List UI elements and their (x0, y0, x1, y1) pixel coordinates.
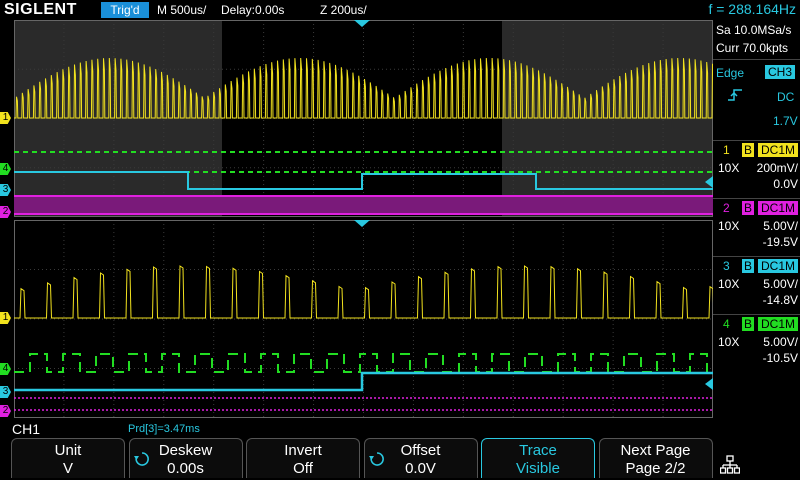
channel-info-ch4[interactable]: 4 B DC1M 10X 5.00V/ -10.5V (713, 314, 800, 370)
ch1-offset-marker[interactable]: 1 (0, 112, 11, 124)
brand-logo: SIGLENT (4, 1, 77, 18)
softkey-value: V (62, 460, 73, 477)
vertical-scale: 5.00V/ (763, 277, 798, 291)
channel-info-ch2[interactable]: 2 B DC1M 10X 5.00V/ -19.5V (713, 198, 800, 254)
bandwidth-limit-badge: B (742, 317, 755, 331)
divider (713, 256, 800, 257)
divider (713, 140, 800, 141)
memory-depth: Curr 70.0kpts (716, 41, 789, 55)
softkey-label: Unit (54, 442, 82, 459)
softkey-label: Offset (400, 442, 441, 459)
ch3-zoom-waveform (14, 371, 713, 392)
sample-rate: Sa 10.0MSa/s (716, 23, 792, 37)
probe-attenuation: 10X (718, 161, 740, 175)
softkey-invert[interactable]: Invert Off (246, 438, 360, 478)
frequency-counter: f = 288.164Hz (708, 1, 796, 17)
trigger-coupling: DC (777, 90, 795, 104)
ch1-offset-marker[interactable]: 1 (0, 312, 11, 324)
coupling-badge: DC1M (758, 143, 799, 157)
probe-attenuation: 10X (718, 219, 740, 233)
coupling-badge: DC1M (758, 259, 799, 273)
zoom-border (14, 220, 713, 418)
softkey-label: Deskew (158, 442, 213, 459)
softkey-unit[interactable]: Unit V (11, 438, 125, 478)
softkey-bar: Unit V Deskew 0.00s Invert Off Offset 0.0V Trace… (0, 438, 800, 480)
active-channel-label: CH1 (12, 421, 41, 437)
ch2-main-band (14, 196, 713, 214)
vertical-offset: -14.8V (762, 293, 798, 307)
ch3-offset-marker[interactable]: 3 (0, 184, 11, 196)
top-status-bar: SIGLENT Trig'd M 500us/ Delay:0.00s Z 20… (0, 0, 800, 20)
coupling-badge: DC1M (758, 317, 799, 331)
bandwidth-limit-badge: B (742, 201, 755, 215)
waveform-display[interactable] (14, 20, 713, 418)
softkey-value: Visible (516, 460, 560, 477)
softkey-value: Page 2/2 (625, 460, 686, 477)
trigger-type: Edge (716, 66, 745, 80)
ch2-offset-marker[interactable]: 2 (0, 405, 11, 417)
bandwidth-limit-badge: B (742, 259, 755, 273)
trigger-position-marker (354, 20, 370, 27)
channel-info-ch1[interactable]: 1 B DC1M 10X 200mV/0.0V (713, 140, 800, 196)
zoom-trigger-level-marker (705, 378, 713, 390)
channel-info-ch3[interactable]: 3 B DC1M 10X 5.00V/ -14.8V (713, 256, 800, 312)
rising-edge-icon (728, 89, 742, 101)
channel-number: 3 (723, 259, 730, 273)
vertical-scale: 5.00V/ (763, 335, 798, 349)
trigger-source-badge: CH3 (765, 65, 796, 79)
divider (713, 314, 800, 315)
vertical-offset: -10.5V (762, 351, 798, 365)
probe-attenuation: 10X (718, 335, 740, 349)
vertical-scale: 200mV/ (756, 161, 798, 175)
measurement-readout: Prd[3]=3.47ms (128, 423, 200, 435)
softkey-next-page[interactable]: Next Page Page 2/2 (598, 438, 713, 478)
vertical-scale: 5.00V/ (763, 219, 798, 233)
trigger-level: 1.7V (773, 114, 798, 128)
zoom-timebase-readout[interactable]: Z 200us/ (320, 3, 367, 17)
channel-number: 2 (723, 201, 730, 215)
delay-readout[interactable]: Delay:0.00s (221, 3, 284, 17)
softkey-trace[interactable]: Trace Visible (481, 438, 595, 478)
softkey-value: 0.0V (405, 460, 436, 477)
ch4-offset-marker[interactable]: 4 (0, 163, 11, 175)
coupling-badge: DC1M (758, 201, 799, 215)
softkey-value: 0.00s (167, 460, 204, 477)
info-panel: Sa 10.0MSa/s Curr 70.0kpts Edge CH3 DC 1… (713, 20, 800, 438)
softkey-label: Next Page (620, 442, 691, 459)
ch4-offset-marker[interactable]: 4 (0, 363, 11, 375)
softkey-label: Invert (284, 442, 322, 459)
divider (713, 198, 800, 199)
trigger-panel[interactable]: Edge CH3 DC 1.7V (713, 60, 800, 138)
probe-attenuation: 10X (718, 277, 740, 291)
vertical-offset: 0.0V (773, 177, 798, 191)
network-icon (720, 455, 740, 474)
softkey-value: Off (293, 460, 313, 477)
channel-number: 1 (723, 143, 730, 157)
timebase-readout[interactable]: M 500us/ (157, 3, 206, 17)
bandwidth-limit-badge: B (742, 143, 755, 157)
channel-number: 4 (723, 317, 730, 331)
softkey-label: Trace (519, 442, 557, 459)
zoom-trigger-marker (354, 220, 370, 227)
trigger-status-badge[interactable]: Trig'd (101, 2, 149, 18)
softkey-offset[interactable]: Offset 0.0V (363, 438, 478, 478)
softkey-deskew[interactable]: Deskew 0.00s (128, 438, 243, 478)
ch2-offset-marker[interactable]: 2 (0, 206, 11, 218)
ch3-offset-marker[interactable]: 3 (0, 386, 11, 398)
vertical-offset: -19.5V (762, 235, 798, 249)
